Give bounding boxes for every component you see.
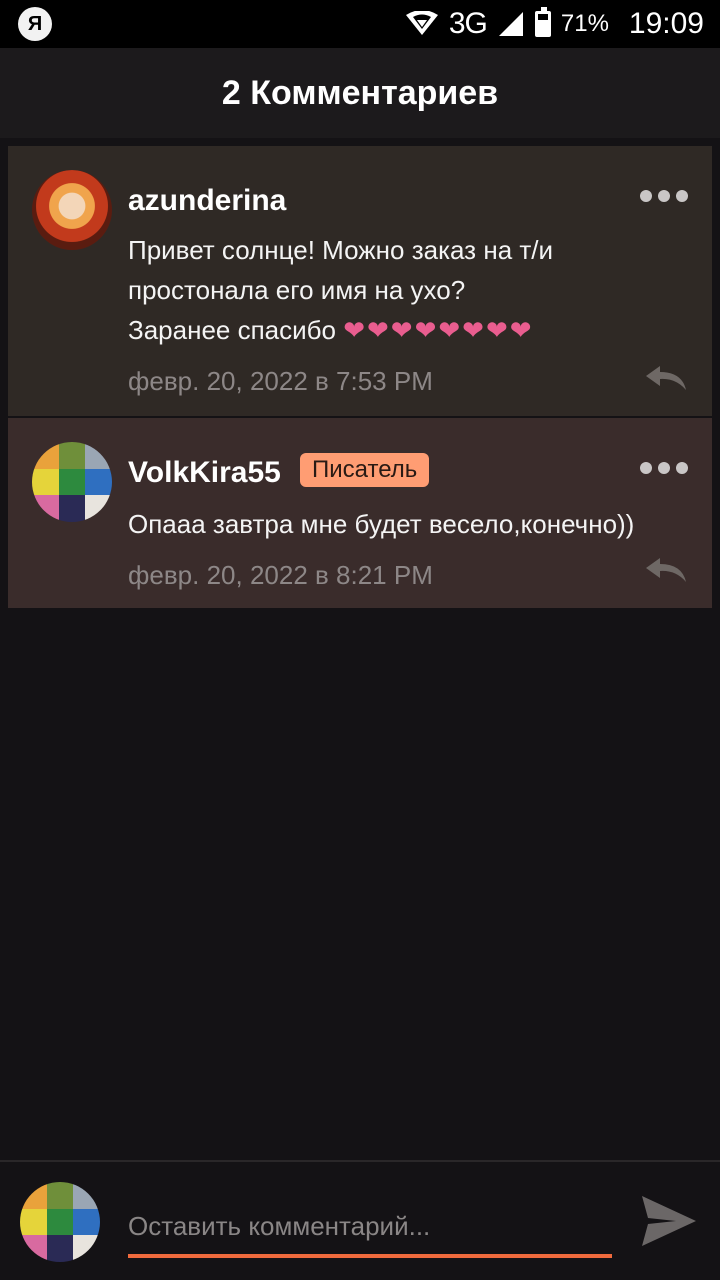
more-options-icon[interactable]: [640, 190, 688, 202]
avatar[interactable]: [32, 442, 112, 522]
wifi-icon: [405, 11, 438, 35]
writer-badge: Писатель: [300, 453, 430, 487]
yandex-icon: Я: [18, 7, 52, 41]
hearts-emoji: ❤❤❤❤❤❤❤❤: [343, 315, 534, 345]
reply-icon[interactable]: [644, 556, 688, 584]
status-indicators: 3G 71% 19:09: [405, 7, 704, 41]
comment-text: Опааа завтра мне будет весело,конечно)): [128, 504, 698, 544]
comment-text-line: простонала его имя на ухо?: [128, 275, 466, 305]
avatar[interactable]: [32, 170, 112, 250]
comment-date: февр. 20, 2022 в 8:21 PM: [128, 560, 433, 590]
comment-text-line: Опааа завтра мне будет весело,конечно)): [128, 509, 635, 539]
comment-text-line: Заранее спасибо ❤❤❤❤❤❤❤❤: [128, 310, 698, 350]
network-type: 3G: [448, 7, 488, 40]
signal-icon: [498, 12, 523, 36]
comment-item: VolkKira55 Писатель Опааа завтра мне буд…: [8, 418, 712, 608]
more-options-icon[interactable]: [640, 462, 688, 474]
comment-text-line: Привет солнце! Можно заказ на т/и: [128, 235, 554, 265]
clock: 19:09: [628, 7, 704, 40]
comment-username[interactable]: VolkKira55: [128, 456, 281, 490]
comment-item: azunderina Привет солнце! Можно заказ на…: [8, 146, 712, 416]
reply-icon[interactable]: [644, 364, 688, 392]
comment-text-segment: Заранее спасибо: [128, 315, 336, 345]
comment-input-bar: [0, 1160, 720, 1280]
status-bar: Я 3G 71% 19:09: [0, 0, 720, 48]
page-title: 2 Комментариев: [221, 73, 499, 112]
send-icon[interactable]: [640, 1194, 698, 1248]
comment-input[interactable]: [128, 1198, 612, 1258]
comment-date: февр. 20, 2022 в 7:53 PM: [128, 366, 433, 396]
current-user-avatar[interactable]: [20, 1182, 100, 1262]
comment-username[interactable]: azunderina: [128, 184, 286, 218]
header: 2 Комментариев: [0, 48, 720, 138]
battery-icon: [534, 7, 551, 37]
battery-percent: 71%: [560, 10, 609, 37]
comment-text: Привет солнце! Можно заказ на т/и просто…: [128, 230, 698, 350]
